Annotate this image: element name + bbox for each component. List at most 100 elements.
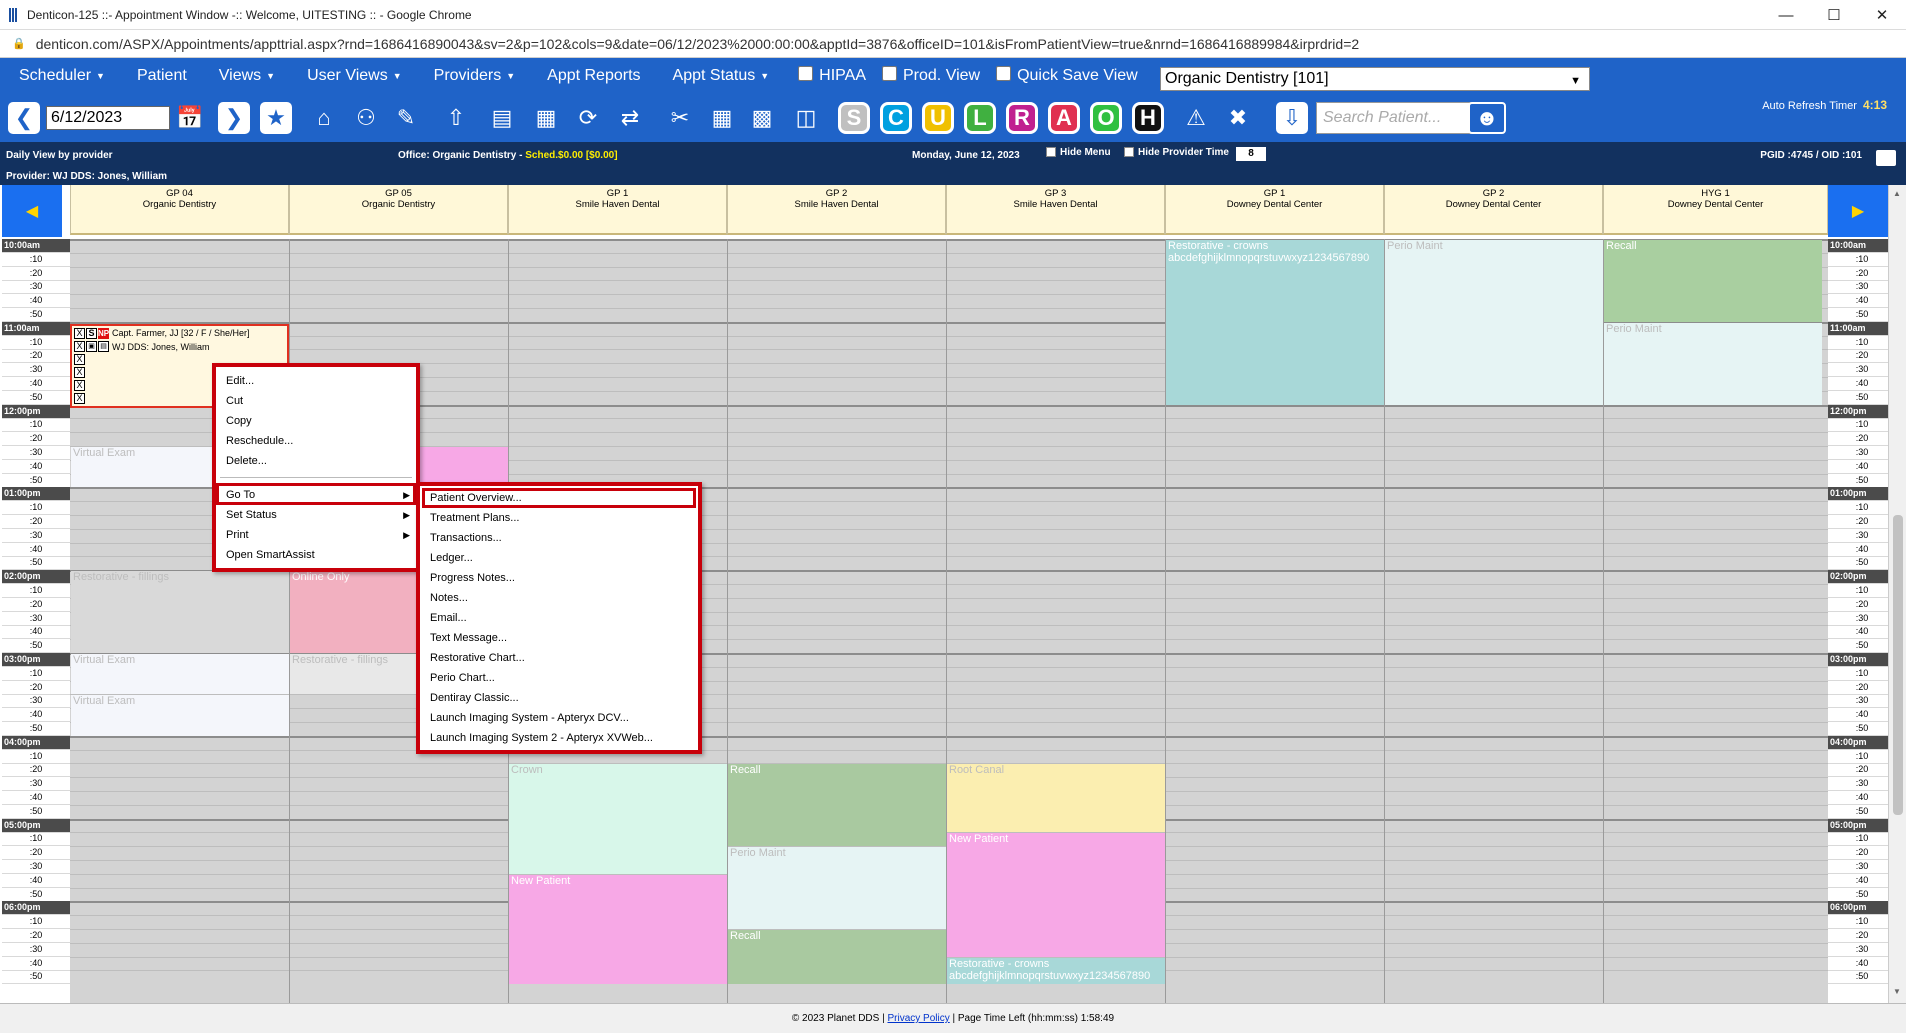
schedule-block[interactable]: Virtual Exam — [71, 695, 289, 736]
notes-icon[interactable]: ✎ — [390, 102, 422, 134]
schedule-block[interactable]: New Patient — [947, 833, 1165, 957]
menu-item-reschedule[interactable]: Reschedule... — [226, 435, 293, 447]
submenu-item-restorative-chart[interactable]: Restorative Chart... — [430, 652, 525, 664]
menu-scheduler[interactable]: Scheduler ▼ — [19, 67, 105, 85]
schedule-block[interactable]: Virtual Exam — [71, 654, 289, 695]
zoom-select[interactable]: 8 — [1236, 147, 1266, 161]
op-header-6[interactable]: GP 1 Downey Dental Center — [1165, 185, 1384, 235]
status-h-button[interactable]: H — [1132, 102, 1164, 134]
x-mark[interactable]: X — [74, 367, 85, 378]
calendar-icon[interactable]: 📅 — [174, 102, 206, 134]
scroll-up-icon[interactable]: ▲ — [1893, 189, 1901, 198]
privacy-policy-link[interactable]: Privacy Policy — [887, 1013, 949, 1024]
submenu-item-notes[interactable]: Notes... — [430, 592, 468, 604]
tooth-icon[interactable]: ⚇ — [350, 102, 382, 134]
appointment-patient[interactable]: Capt. Farmer, JJ [32 / F / She/Her] — [112, 328, 250, 338]
submenu-item-imaging-system-1[interactable]: Launch Imaging System - Apteryx DCV... — [430, 712, 629, 724]
sync-icon[interactable]: ⇄ — [614, 102, 646, 134]
patient-search-icon[interactable]: ☻ — [1468, 102, 1506, 134]
scroll-thumb[interactable] — [1893, 515, 1903, 815]
status-a-button[interactable]: A — [1048, 102, 1080, 134]
op-header-8[interactable]: HYG 1 Downey Dental Center — [1603, 185, 1828, 235]
x-mark[interactable]: X — [74, 341, 85, 352]
menu-item-open-smartassist[interactable]: Open SmartAssist — [226, 549, 315, 561]
submenu-item-imaging-system-2[interactable]: Launch Imaging System 2 - Apteryx XVWeb.… — [430, 732, 653, 744]
vertical-scrollbar[interactable]: ▲ ▼ — [1888, 185, 1906, 1003]
hipaa-checkbox[interactable]: HIPAA — [798, 65, 866, 85]
op-header-1[interactable]: GP 04 Organic Dentistry — [70, 185, 289, 235]
upload-icon[interactable]: ⇧ — [440, 102, 472, 134]
schedule-block[interactable]: New Patient — [509, 874, 727, 985]
submenu-item-perio-chart[interactable]: Perio Chart... — [430, 672, 495, 684]
refresh-icon[interactable]: ⟳ — [572, 102, 604, 134]
menu-item-set-status[interactable]: Set Status — [226, 509, 277, 521]
submenu-item-text-message[interactable]: Text Message... — [430, 632, 507, 644]
next-day-button[interactable]: ❯ — [218, 102, 250, 134]
schedule-block[interactable]: Restorative - crowns abcdefghijklmnopqrst… — [1166, 240, 1384, 405]
print-icon[interactable] — [1876, 150, 1896, 166]
submenu-item-transactions[interactable]: Transactions... — [430, 532, 502, 544]
menu-user-views[interactable]: User Views ▼ — [307, 67, 402, 85]
collapse-icon[interactable]: ⇩ — [1276, 102, 1308, 134]
card-icon[interactable]: ▣ — [86, 341, 97, 352]
url-text[interactable]: denticon.com/ASPX/Appointments/appttrial… — [36, 36, 1359, 52]
menu-item-print[interactable]: Print — [226, 529, 249, 541]
x-mark[interactable]: X — [74, 354, 85, 365]
calendar-cancel-icon[interactable]: ✖ — [1222, 102, 1254, 134]
close-button[interactable]: ✕ — [1858, 0, 1906, 30]
schedule-block[interactable]: Restorative - fillings — [71, 571, 289, 653]
schedule-block[interactable]: Crown — [509, 764, 727, 874]
s-mark[interactable]: S — [86, 328, 97, 339]
submenu-item-treatment-plans[interactable]: Treatment Plans... — [430, 512, 519, 524]
submenu-item-patient-overview[interactable]: Patient Overview... — [430, 492, 522, 504]
status-c-button[interactable]: C — [880, 102, 912, 134]
minimize-button[interactable]: — — [1762, 0, 1810, 30]
next-columns-arrow-icon[interactable]: ▶ — [1828, 185, 1888, 237]
submenu-item-dentiray-classic[interactable]: Dentiray Classic... — [430, 692, 519, 704]
operatory-columns[interactable]: Restorative - crowns abcdefghijklmnopqrst… — [70, 239, 1828, 1003]
scroll-down-icon[interactable]: ▼ — [1893, 987, 1901, 996]
menu-views[interactable]: Views ▼ — [219, 67, 275, 85]
schedule-block[interactable]: Recall — [1604, 240, 1822, 322]
schedule-block[interactable]: Perio Maint — [1604, 322, 1822, 405]
schedule-block[interactable]: Root Canal — [947, 764, 1165, 833]
menu-item-delete[interactable]: Delete... — [226, 455, 267, 467]
schedule-block[interactable]: Perio Maint — [728, 847, 946, 929]
op-header-2[interactable]: GP 05 Organic Dentistry — [289, 185, 508, 235]
home-icon[interactable]: ⌂ — [308, 102, 340, 134]
submenu-item-ledger[interactable]: Ledger... — [430, 552, 473, 564]
calendar-week-icon[interactable]: ▦ — [530, 102, 562, 134]
clipboard-icon[interactable]: ▩ — [746, 102, 778, 134]
note-icon[interactable]: ▤ — [98, 341, 109, 352]
menu-appt-status[interactable]: Appt Status ▼ — [673, 67, 770, 85]
address-bar[interactable]: 🔒 denticon.com/ASPX/Appointments/appttri… — [0, 30, 1906, 58]
status-o-button[interactable]: O — [1090, 102, 1122, 134]
op-header-7[interactable]: GP 2 Downey Dental Center — [1384, 185, 1603, 235]
schedule-block[interactable]: Recall — [728, 764, 946, 847]
menu-providers[interactable]: Providers ▼ — [434, 67, 516, 85]
calendar-day-icon[interactable]: ▤ — [486, 102, 518, 134]
op-header-5[interactable]: GP 3 Smile Haven Dental — [946, 185, 1165, 235]
status-l-button[interactable]: L — [964, 102, 996, 134]
menu-item-goto[interactable]: Go To — [226, 489, 255, 501]
prev-columns-arrow-icon[interactable]: ◀ — [2, 185, 62, 237]
hide-menu-checkbox[interactable]: Hide Menu — [1046, 147, 1111, 158]
status-u-button[interactable]: U — [922, 102, 954, 134]
menu-item-edit[interactable]: Edit... — [226, 375, 254, 387]
maximize-button[interactable]: ☐ — [1810, 0, 1858, 30]
submenu-item-progress-notes[interactable]: Progress Notes... — [430, 572, 515, 584]
status-r-button[interactable]: R — [1006, 102, 1038, 134]
favorite-star-icon[interactable]: ★ — [260, 102, 292, 134]
scissors-icon[interactable]: ✂ — [664, 102, 696, 134]
prod-view-checkbox[interactable]: Prod. View — [882, 65, 980, 85]
quick-save-view-checkbox[interactable]: Quick Save View — [996, 65, 1138, 85]
submenu-item-email[interactable]: Email... — [430, 612, 467, 624]
op-header-3[interactable]: GP 1 Smile Haven Dental — [508, 185, 727, 235]
calendar-alert-icon[interactable]: ⚠ — [1180, 102, 1212, 134]
x-mark[interactable]: X — [74, 393, 85, 404]
status-s-button[interactable]: S — [838, 102, 870, 134]
schedule-block[interactable]: Restorative - crowns abcdefghijklmnopqrst… — [947, 957, 1165, 985]
prev-day-button[interactable]: ❮ — [8, 102, 40, 134]
op-header-4[interactable]: GP 2 Smile Haven Dental — [727, 185, 946, 235]
hide-provider-time-checkbox[interactable]: Hide Provider Time — [1124, 147, 1229, 158]
